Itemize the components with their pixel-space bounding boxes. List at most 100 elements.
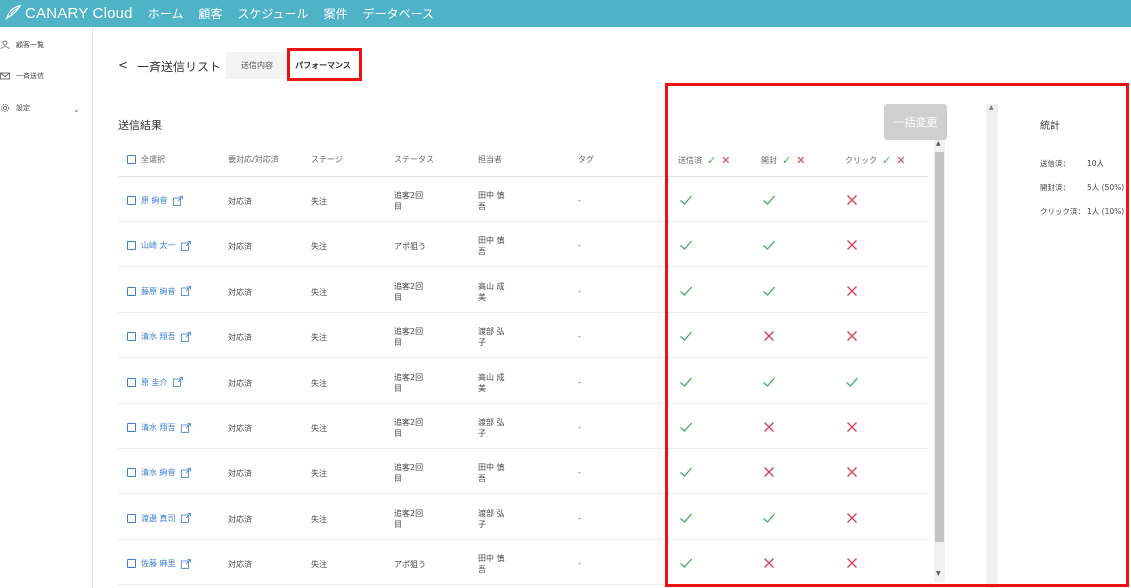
response-status: 対応済 [228,560,252,570]
sidebar-item-bulk-send[interactable]: 一斉送信 [0,71,44,81]
nav-deals[interactable]: 案件 [324,5,348,22]
status: 追客2回目 [394,281,424,302]
response-status: 対応済 [228,514,252,524]
nav-database[interactable]: データベース [363,5,434,22]
tab-send-content[interactable]: 送信内容 [226,52,288,79]
logo-text: CANARY Cloud [25,5,133,22]
row-checkbox[interactable] [127,377,136,387]
sidebar-item-label: 顧客一覧 [16,41,44,49]
tag: - [578,559,581,569]
customer-name[interactable]: 原 絢音 [141,195,168,206]
customer-name-link[interactable]: 佐藤 麻里 [127,558,191,569]
column-header-response: 要対応/対応済 [228,155,279,164]
status: 追客2回目 [394,418,424,438]
stage: 失注 [311,378,327,388]
customer-name[interactable]: 原 圭介 [141,377,168,388]
row-checkbox[interactable] [127,513,136,523]
section-title: 送信結果 [118,119,162,132]
customer-name[interactable]: 清水 絢音 [141,467,176,478]
customer-name-link[interactable]: 清水 翔吾 [127,422,191,433]
response-status: 対応済 [228,424,252,433]
owner: 田中 慎吾 [478,463,505,484]
customer-name-link[interactable]: 原 圭介 [127,377,183,388]
external-link-icon[interactable] [180,286,191,297]
stage: 失注 [311,560,327,570]
stage: 失注 [311,333,327,343]
response-status: 対応済 [228,333,252,343]
sidebar-item-settings[interactable]: 設定 [0,103,30,113]
nav-home[interactable]: ホーム [148,5,184,22]
status: 追客2回目 [394,463,424,484]
stage: 失注 [311,287,327,297]
stage: 失注 [311,469,327,479]
column-header-tag: タグ [578,155,594,164]
nav-customers[interactable]: 顧客 [198,5,222,22]
chevron-down-icon[interactable]: ⌄ [73,105,80,114]
customer-name-link[interactable]: 藤原 絢音 [127,286,191,297]
owner: 高山 成美 [478,372,505,393]
tag: - [578,332,581,342]
stage: 失注 [311,514,327,524]
response-status: 対応済 [228,197,252,206]
back-button[interactable]: < [118,58,128,72]
customer-name-link[interactable]: 原 絢音 [127,195,183,206]
row-checkbox[interactable] [127,559,136,569]
row-checkbox[interactable] [127,196,136,205]
customer-name[interactable]: 渡邊 真司 [141,513,176,524]
customer-name-link[interactable]: 山崎 太一 [127,240,191,251]
status: 追客2回目 [394,191,424,211]
customer-name-link[interactable]: 渡邊 真司 [127,513,191,524]
row-checkbox[interactable] [127,468,136,478]
customer-name-link[interactable]: 清水 翔吾 [127,331,191,342]
customer-name[interactable]: 佐藤 麻里 [141,558,176,569]
mail-icon [0,71,10,81]
sidebar-item-customer-list[interactable]: 顧客一覧 [0,40,44,50]
response-status: 対応済 [228,287,252,297]
status: 追客2回目 [394,327,424,348]
row-checkbox[interactable] [127,241,136,251]
external-link-icon[interactable] [180,422,191,433]
status: アポ狙う [394,242,426,252]
customer-name[interactable]: 藤原 絢音 [141,286,176,297]
response-status: 対応済 [228,242,252,252]
external-link-icon[interactable] [172,377,183,387]
customer-name[interactable]: 清水 翔吾 [141,422,176,433]
logo[interactable]: CANARY Cloud [4,3,133,25]
main-nav: ホーム 顧客 スケジュール 案件 データベース [148,5,449,22]
status: アポ狙う [394,560,426,570]
owner: 渡部 弘子 [478,327,505,348]
customer-name-link[interactable]: 清水 絢音 [127,467,191,478]
external-link-icon[interactable] [180,467,191,478]
tag: - [578,423,581,432]
page-title: 一斉送信リスト [137,60,222,74]
column-label: 全選択 [141,155,165,164]
customer-name[interactable]: 清水 翔吾 [141,331,176,342]
row-checkbox[interactable] [127,286,136,296]
canary-bird-icon [4,3,22,25]
nav-schedule[interactable]: スケジュール [237,5,308,22]
external-link-icon[interactable] [180,240,191,251]
external-link-icon[interactable] [172,195,183,206]
row-checkbox[interactable] [127,423,136,432]
owner: 渡部 弘子 [478,508,505,529]
owner: 高山 成美 [478,281,505,302]
column-header-stage: ステージ [311,155,343,164]
stage: 失注 [311,424,327,433]
owner: 渡部 弘子 [478,418,505,438]
column-header-status: ステータス [394,155,434,164]
owner: 田中 慎吾 [478,191,505,211]
row-checkbox[interactable] [127,332,136,342]
external-link-icon[interactable] [180,331,191,342]
gear-icon [0,103,10,113]
customer-name[interactable]: 山崎 太一 [141,240,176,251]
sidebar: 顧客一覧 一斉送信 設定 ⌄ [0,27,93,588]
tag: - [578,196,581,205]
owner: 田中 慎吾 [478,236,505,257]
user-icon [0,40,10,50]
status: 追客2回目 [394,372,424,393]
select-all-checkbox[interactable]: 全選択 [127,154,165,165]
sidebar-item-label: 一斉送信 [16,72,44,80]
tag: - [578,468,581,478]
external-link-icon[interactable] [180,558,191,569]
external-link-icon[interactable] [180,513,191,524]
